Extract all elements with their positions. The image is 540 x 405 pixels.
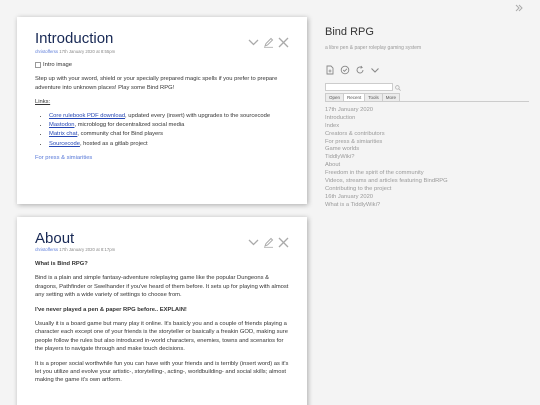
story-river: Introduction christofferss 17th January … bbox=[17, 0, 307, 405]
author-link[interactable]: christofferss bbox=[35, 247, 58, 252]
recent-item[interactable]: About bbox=[325, 162, 448, 170]
image-alt-text: Intro image bbox=[43, 62, 72, 68]
press-link[interactable]: For press & simiarities bbox=[35, 154, 293, 162]
tiddler-about: About christofferss 17th January 2020 at… bbox=[17, 217, 307, 405]
recent-item[interactable]: For press & simiarities bbox=[325, 139, 448, 147]
recent-item[interactable]: Videos, streams and articles featuring B… bbox=[325, 178, 448, 186]
tiddler-toolbar bbox=[248, 235, 289, 248]
recent-item[interactable]: Contributing to the project bbox=[325, 186, 448, 194]
link-description: , hosted as a gitlab project bbox=[79, 140, 148, 147]
recent-list: 17th January 2020 Introduction Index Creato… bbox=[325, 107, 448, 209]
close-icon[interactable] bbox=[278, 35, 289, 48]
site-subtitle: a libre pen & paper roleplay gaming syst… bbox=[325, 45, 422, 51]
tab-divider bbox=[325, 101, 529, 102]
tiddler-body: What is Bind RPG? Bind is a plain and si… bbox=[35, 260, 293, 391]
recent-item[interactable]: Introduction bbox=[325, 115, 448, 123]
tiddler-title: Introduction bbox=[35, 30, 114, 47]
edit-icon[interactable] bbox=[263, 235, 274, 248]
question-heading: I've never played a pen & paper RPG befo… bbox=[35, 306, 187, 313]
recent-item[interactable]: What is a TiddlyWiki? bbox=[325, 202, 448, 210]
core-rulebook-link[interactable]: Core rulebook PDF download bbox=[49, 113, 125, 119]
search-input[interactable] bbox=[325, 83, 393, 91]
intro-image: Intro image bbox=[35, 61, 293, 69]
new-tiddler-icon[interactable] bbox=[325, 62, 335, 75]
more-icon[interactable] bbox=[370, 62, 380, 73]
refresh-icon[interactable] bbox=[355, 62, 365, 74]
link-description: , microblogg for decentralized social me… bbox=[74, 121, 185, 128]
link-description: , updated every (insert) with upgrades t… bbox=[125, 112, 271, 119]
recent-item[interactable]: Creators & contributors bbox=[325, 131, 448, 139]
mastodon-link[interactable]: Mastodon bbox=[49, 122, 74, 128]
links-heading: Links: bbox=[35, 99, 51, 106]
list-item: Sourcecode, hosted as a gitlab project bbox=[49, 140, 293, 148]
tiddler-subtitle: christofferss 17th January 2020 at 8:17p… bbox=[35, 247, 115, 252]
question-heading: What is Bind RPG? bbox=[35, 261, 88, 267]
page-controls bbox=[325, 62, 380, 75]
modified-date: 17th January 2020 at 8:17pm bbox=[59, 247, 116, 252]
recent-item[interactable]: Freedom in the spirit of the community bbox=[325, 170, 448, 178]
sourcecode-link[interactable]: Sourcecode bbox=[49, 141, 80, 147]
edit-icon[interactable] bbox=[263, 35, 274, 48]
recent-item[interactable]: Index bbox=[325, 123, 448, 131]
chevron-down-icon[interactable] bbox=[248, 35, 259, 46]
list-item: Core rulebook PDF download, updated ever… bbox=[49, 112, 293, 120]
chevron-down-icon[interactable] bbox=[248, 235, 259, 246]
matrix-chat-link[interactable]: Matrix chat bbox=[49, 131, 77, 137]
site-title: Bind RPG bbox=[325, 26, 374, 38]
recent-item[interactable]: TiddlyWiki? bbox=[325, 154, 448, 162]
tiddler-body: Intro image Step up with your sword, shi… bbox=[35, 61, 293, 163]
list-item: Matrix chat, community chat for Bind pla… bbox=[49, 130, 293, 138]
recent-date-heading: 17th January 2020 bbox=[325, 107, 374, 113]
tiddler-introduction: Introduction christofferss 17th January … bbox=[17, 17, 307, 204]
author-link[interactable]: christofferss bbox=[35, 49, 58, 54]
recent-date-heading: 16th January 2020 bbox=[325, 193, 374, 200]
tiddler-title: About bbox=[35, 230, 75, 247]
recent-item[interactable]: Game worlds bbox=[325, 146, 448, 154]
sidebar: Bind RPG a libre pen & paper roleplay ga… bbox=[325, 0, 540, 405]
tiddler-subtitle: christofferss 17th January 2020 at 8:55p… bbox=[35, 49, 115, 54]
paragraph: It is a proper social worthwhile fun you… bbox=[35, 360, 289, 384]
intro-paragraph: Step up with your sword, shield or your … bbox=[35, 76, 278, 91]
close-icon[interactable] bbox=[278, 235, 289, 248]
modified-date: 17th January 2020 at 8:55pm bbox=[59, 49, 116, 54]
tiddler-toolbar bbox=[248, 35, 289, 48]
broken-image-icon bbox=[35, 62, 41, 69]
link-description: , community chat for Bind players bbox=[77, 131, 164, 138]
control-panel-icon[interactable] bbox=[340, 62, 350, 75]
links-list: Core rulebook PDF download, updated ever… bbox=[49, 112, 293, 149]
list-item: Mastodon, microblogg for decentralized s… bbox=[49, 121, 293, 129]
paragraph: Bind is a plain and simple fantasy-adven… bbox=[35, 275, 289, 299]
paragraph: Usually it is a board game but many play… bbox=[35, 320, 288, 353]
